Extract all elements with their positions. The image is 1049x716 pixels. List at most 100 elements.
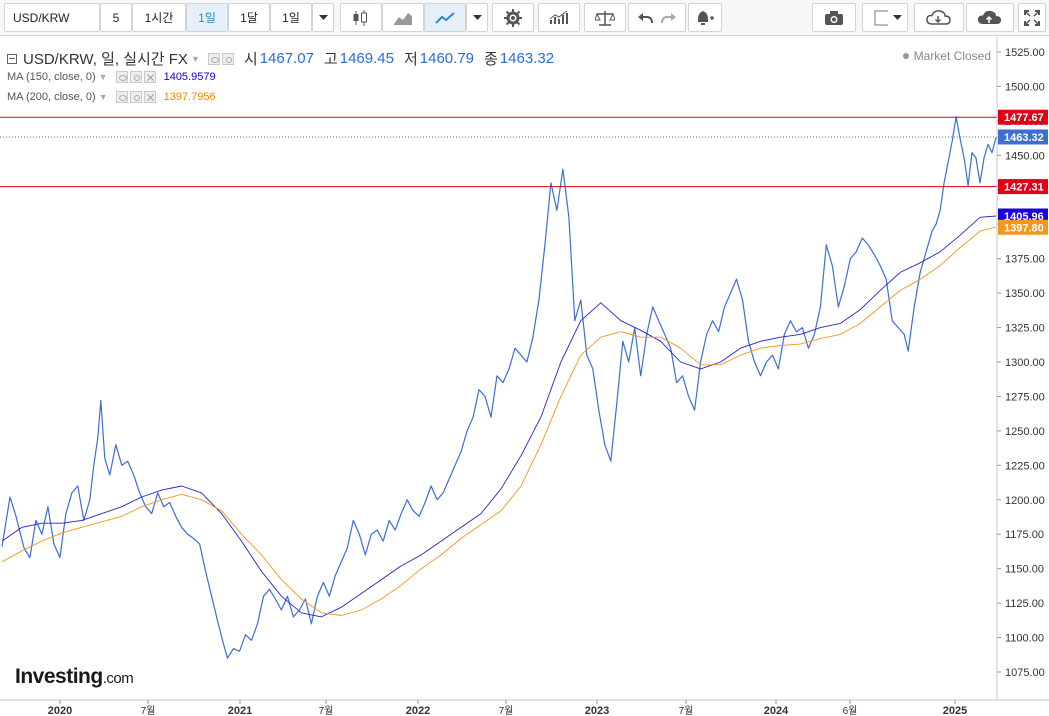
interval-1h-label: 1시간 — [144, 11, 174, 25]
price-tick-label: 1325.00 — [1005, 323, 1045, 335]
close-value: 1463.32 — [499, 50, 555, 67]
ma150-value: 1405.9579 — [163, 71, 216, 83]
cloud-load-button[interactable] — [914, 3, 964, 32]
legend-ma200: MA (200, close, 0) ▼ 1397.7956 — [7, 91, 216, 103]
interval-dropdown-caret[interactable] — [312, 3, 334, 32]
legend-title: USD/KRW, 일, 실시간 FX — [23, 51, 188, 68]
close-icon[interactable] — [143, 71, 156, 83]
low-value: 1460.79 — [419, 50, 475, 67]
legend-ma150: MA (150, close, 0) ▼ 1405.9579 — [7, 71, 216, 83]
caret-down-icon — [472, 14, 482, 20]
fullscreen-icon — [1024, 9, 1040, 26]
high-value: 1469.45 — [339, 50, 394, 67]
time-tick-label: 6월 — [843, 705, 858, 716]
scale-balance-icon — [595, 10, 615, 26]
hline-price-badge: 1427.31 — [1004, 182, 1044, 194]
interval-1d-button[interactable]: 1일 — [186, 3, 228, 32]
settings-gear-icon[interactable] — [129, 91, 142, 103]
hline-price-badge: 1477.67 — [1004, 112, 1044, 124]
alert-button[interactable] — [688, 3, 722, 32]
market-status-text: Market Closed — [913, 49, 991, 63]
price-tick-label: 1200.00 — [1005, 495, 1045, 507]
settings-gear-icon[interactable] — [129, 71, 142, 83]
chart-app: USD/KRW 5 1시간 1일 1달 1일 1075.00 1100.00 1… — [0, 0, 1049, 716]
ma200-label: MA (200, close, 0) — [7, 91, 96, 103]
time-tick-label: 2022 — [406, 705, 430, 716]
indicators-button[interactable] — [538, 3, 580, 32]
symbol-text: USD/KRW — [13, 10, 70, 25]
ma150-label: MA (150, close, 0) — [7, 71, 96, 83]
settings-gear-icon[interactable] — [221, 52, 234, 65]
symbol-search-input[interactable]: USD/KRW — [4, 3, 100, 32]
time-tick-label: 7월 — [319, 705, 334, 716]
line-chart-icon — [435, 11, 455, 24]
candle-style-button[interactable] — [340, 3, 382, 32]
price-tick-label: 1300.00 — [1005, 357, 1045, 369]
caret-down-icon[interactable]: ▼ — [99, 92, 108, 102]
price-axis: 1075.00 1100.00 1125.00 1150.00 1175.00 1200.… — [996, 37, 1049, 716]
interval-1h-button[interactable]: 1시간 — [132, 3, 186, 32]
price-tick-label: 1450.00 — [1005, 150, 1045, 162]
eye-icon[interactable] — [115, 91, 128, 103]
high-label: 고 — [323, 51, 338, 68]
caret-down-icon[interactable]: ▼ — [191, 54, 200, 64]
legend-main: USD/KRW, 일, 실시간 FX ▼ 시 1467.07 고 1469.45… — [7, 48, 554, 69]
time-tick-label: 2025 — [943, 705, 967, 716]
indicators-icon — [549, 10, 568, 24]
close-label: 종 — [484, 51, 498, 68]
interval-5-label: 5 — [112, 10, 120, 25]
price-tick-label: 1500.00 — [1005, 81, 1045, 93]
caret-down-icon — [893, 14, 902, 20]
ma200-price-badge: 1397.80 — [1004, 222, 1044, 234]
candlestick-icon — [353, 9, 367, 26]
interval-dropdown-label: 1일 — [282, 11, 300, 25]
price-chart[interactable]: 1075.00 1100.00 1125.00 1150.00 1175.00 1200.… — [0, 37, 1049, 716]
price-tick-label: 1075.00 — [1005, 667, 1045, 679]
chart-area[interactable]: 1075.00 1100.00 1125.00 1150.00 1175.00 1200.… — [0, 37, 1049, 716]
investing-logo: Investing.com — [15, 665, 134, 689]
undo-icon[interactable] — [637, 11, 653, 25]
ma200-series-line — [1, 226, 997, 616]
market-status: Market Closed — [902, 49, 991, 63]
interval-5-button[interactable]: 5 — [100, 3, 132, 32]
caret-down-icon[interactable]: ▼ — [99, 72, 108, 82]
interval-1mo-button[interactable]: 1달 — [228, 3, 270, 32]
close-icon[interactable] — [143, 91, 156, 103]
price-tick-label: 1225.00 — [1005, 460, 1045, 472]
time-tick-label: 2021 — [228, 705, 252, 716]
area-chart-icon — [394, 12, 412, 25]
screenshot-button[interactable] — [812, 3, 856, 32]
price-tick-label: 1175.00 — [1005, 529, 1044, 541]
redo-icon[interactable] — [661, 11, 677, 25]
bell-plus-icon — [698, 10, 714, 25]
open-value: 1467.07 — [259, 50, 314, 67]
ma200-value: 1397.7956 — [163, 91, 216, 103]
chart-style-dropdown[interactable] — [466, 3, 488, 32]
undo-redo-group — [628, 3, 686, 32]
time-tick-label: 7월 — [679, 705, 694, 716]
settings-button[interactable] — [492, 3, 534, 32]
fullscreen-button[interactable] — [1018, 3, 1046, 32]
collapse-legend-icon[interactable] — [7, 53, 17, 64]
price-tick-label: 1375.00 — [1005, 254, 1045, 266]
price-tick-label: 1150.00 — [1005, 564, 1044, 576]
color-dropdown[interactable] — [888, 3, 908, 32]
gear-icon — [504, 8, 522, 27]
cloud-save-button[interactable] — [966, 3, 1014, 32]
area-style-button[interactable] — [382, 3, 424, 32]
line-style-button[interactable] — [424, 3, 466, 32]
price-price-badge: 1463.32 — [1004, 132, 1044, 144]
open-label: 시 — [243, 51, 258, 68]
logo-brand: Investing — [15, 665, 103, 688]
time-tick-label: 2024 — [764, 705, 789, 716]
eye-icon[interactable] — [115, 71, 128, 83]
interval-dropdown-button[interactable]: 1일 — [270, 3, 312, 32]
low-label: 저 — [403, 51, 418, 68]
camera-icon — [825, 10, 843, 25]
price-tick-label: 1525.00 — [1005, 47, 1045, 59]
price-tick-label: 1100.00 — [1005, 633, 1044, 645]
eye-icon[interactable] — [207, 52, 220, 65]
time-axis: 2020 7월 2021 7월 2022 7월 2023 7월 2024 6월 2025 — [0, 699, 1049, 716]
compare-button[interactable] — [584, 3, 626, 32]
cloud-download-icon — [926, 9, 951, 25]
